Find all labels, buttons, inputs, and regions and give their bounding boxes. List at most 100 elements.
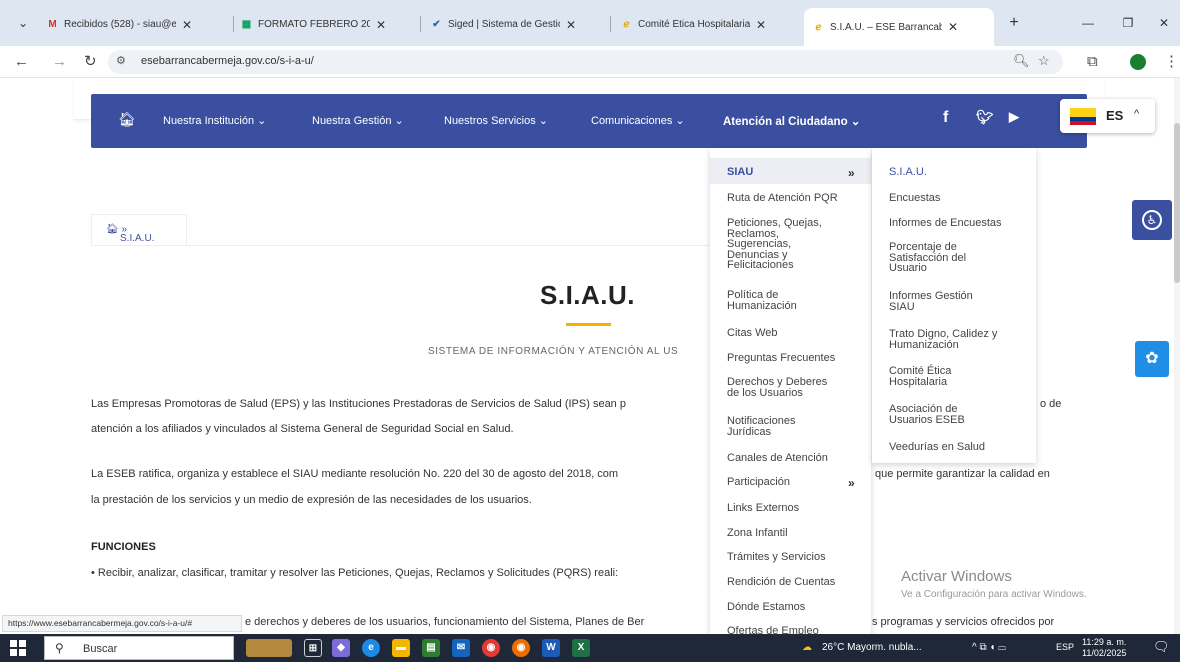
home-icon[interactable]: 🏠︎ — [118, 111, 136, 128]
store-icon[interactable]: ▤ — [422, 639, 440, 657]
twitter-icon[interactable]: 🐦︎ — [976, 109, 994, 126]
language-selector[interactable]: ES ^ — [1060, 99, 1155, 133]
address-bar[interactable]: ⚙ esebarrancabermeja.gov.co/s-i-a-u/ 🔍︎ … — [108, 50, 1063, 74]
menu-item-ruta-pqr[interactable]: Ruta de Atención PQR — [727, 193, 838, 204]
word-icon[interactable]: W — [542, 639, 560, 657]
file-explorer-icon[interactable]: ▬ — [392, 639, 410, 657]
youtube-icon[interactable]: ▶ — [1009, 109, 1019, 125]
chrome-icon[interactable]: ◉ — [482, 639, 500, 657]
browser-tab-bar: ⌄ M Recibidos (528) - siau@eseb ✕ ▦ FORM… — [0, 0, 1180, 46]
site-info-icon[interactable]: ⚙ — [116, 54, 126, 67]
tab-title: Comité Ética Hospitalaria – E — [638, 19, 750, 30]
tab-sheets[interactable]: ▦ FORMATO FEBRERO 2025 RE ✕ — [240, 11, 418, 38]
nav-nuestros-servicios[interactable]: Nuestros Servicios ⌄ — [444, 114, 548, 127]
weather-icon: ☁ — [802, 642, 812, 653]
page-viewport: 🏠︎ Nuestra Institución ⌄ Nuestra Gestión… — [0, 78, 1174, 634]
menu-item-politica-humanizacion[interactable]: Política de Humanización — [727, 290, 797, 312]
breadcrumb-link[interactable]: 🏠︎ » S.I.A.U. — [106, 224, 154, 244]
submenu-item-encuestas[interactable]: Encuestas — [889, 193, 940, 204]
menu-item-citas-web[interactable]: Citas Web — [727, 328, 778, 339]
menu-item-pqrsdf[interactable]: Peticiones, Quejas, Reclamos, Sugerencia… — [727, 218, 822, 271]
main-nav: 🏠︎ Nuestra Institución ⌄ Nuestra Gestión… — [91, 94, 1087, 148]
menu-item-rendicion-cuentas[interactable]: Rendición de Cuentas — [727, 577, 835, 588]
tray-icons[interactable]: ^ ⧉ ◖ ▭ — [972, 642, 1006, 653]
menu-item-notificaciones[interactable]: Notificaciones Jurídicas — [727, 416, 795, 438]
tab-siau-active[interactable]: ℯ S.I.A.U. – ESE Barrancaberme ✕ — [804, 8, 994, 46]
chrome-profile-icon[interactable]: ◉ — [512, 639, 530, 657]
notifications-icon[interactable]: 🗨︎ — [1153, 639, 1170, 655]
close-icon[interactable]: ✕ — [756, 18, 766, 32]
bookmark-star-icon[interactable]: ☆ — [1038, 53, 1050, 69]
tab-comite[interactable]: ℯ Comité Ética Hospitalaria – E ✕ — [620, 11, 802, 38]
side-widget-button[interactable]: ✿ — [1135, 341, 1169, 377]
menu-item-zona-infantil[interactable]: Zona Infantil — [727, 528, 788, 539]
menu-item-canales-atencion[interactable]: Canales de Atención — [727, 453, 828, 464]
menu-item-participacion[interactable]: Participación — [727, 477, 790, 488]
nav-comunicaciones[interactable]: Comunicaciones ⌄ — [591, 114, 685, 127]
news-widget-icon[interactable] — [246, 639, 292, 657]
breadcrumb: 🏠︎ » S.I.A.U. — [91, 214, 187, 246]
close-icon[interactable]: ✕ — [948, 20, 958, 34]
submenu-item-trato-digno[interactable]: Trato Digno, Calidez y Humanización — [889, 329, 997, 351]
menu-dots-icon[interactable]: ⋮ — [1164, 52, 1179, 72]
minimize-icon[interactable]: — — [1077, 13, 1099, 33]
edge-icon[interactable]: e — [362, 639, 380, 657]
window-close-icon[interactable]: ✕ — [1153, 13, 1175, 33]
menu-item-derechos-deberes[interactable]: Derechos y Deberes de los Usuarios — [727, 377, 827, 399]
bullet-item: s programas y servicios ofrecidos por — [872, 616, 1055, 628]
section-heading: FUNCIONES — [91, 541, 156, 553]
submenu-item-comite-etica[interactable]: Comité Ética Hospitalaria — [889, 366, 951, 388]
close-icon[interactable]: ✕ — [182, 18, 192, 32]
restore-icon[interactable]: ❐ — [1117, 13, 1139, 33]
tab-siged[interactable]: ✔ Siged | Sistema de Gestión D ✕ — [430, 11, 608, 38]
excel-icon[interactable]: X — [572, 639, 590, 657]
mail-icon[interactable]: ✉ — [452, 639, 470, 657]
forward-icon[interactable]: → — [52, 52, 67, 72]
menu-item-tramites-servicios[interactable]: Trámites y Servicios — [727, 552, 826, 563]
menu-item-ofertas-empleo[interactable]: Ofertas de Empleo — [727, 626, 819, 634]
nav-atencion-ciudadano[interactable]: Atención al Ciudadano ⌄ — [723, 114, 860, 128]
scrollbar-thumb[interactable] — [1174, 123, 1180, 283]
search-icon: ⚲ — [55, 641, 64, 655]
page-scrollbar[interactable] — [1174, 78, 1180, 634]
submenu-item-veedurias[interactable]: Veedurías en Salud — [889, 442, 985, 453]
close-icon[interactable]: ✕ — [566, 18, 576, 32]
paragraph-line: la prestación de los servicios y un medi… — [91, 494, 532, 506]
sheets-icon: ▦ — [241, 19, 252, 30]
input-language[interactable]: ESP — [1056, 642, 1074, 652]
close-icon[interactable]: ✕ — [376, 18, 386, 32]
paragraph-line: o de — [1040, 398, 1062, 410]
submenu-siau: S.I.A.U. Encuestas Informes de Encuestas… — [872, 148, 1036, 463]
paragraph-line: La ESEB ratifica, organiza y establece e… — [91, 468, 619, 480]
menu-item-donde-estamos[interactable]: Dónde Estamos — [727, 602, 805, 613]
submenu-item-porcentaje-satisfaccion[interactable]: Porcentaje de Satisfacción del Usuario — [889, 242, 966, 274]
paragraph-line: Las Empresas Promotoras de Salud (EPS) y… — [91, 398, 626, 410]
clock[interactable]: 11:29 a. m. 11/02/2025 — [1082, 637, 1126, 659]
nav-nuestra-gestion[interactable]: Nuestra Gestión ⌄ — [312, 114, 404, 127]
submenu-item-asociacion-usuarios[interactable]: Asociación de Usuarios ESEB — [889, 404, 965, 426]
reload-icon[interactable]: ↻ — [84, 52, 97, 72]
taskbar-search[interactable]: ⚲ Buscar — [44, 636, 234, 660]
new-tab-icon[interactable]: + — [1003, 13, 1025, 33]
extensions-icon[interactable]: ⧉ — [1087, 52, 1098, 72]
weather-text[interactable]: 26°C Mayorm. nubla... — [822, 642, 922, 653]
submenu-item-informes-gestion[interactable]: Informes Gestión SIAU — [889, 291, 973, 313]
tab-search-icon[interactable]: ⌄ — [12, 13, 34, 33]
back-icon[interactable]: ← — [14, 52, 29, 72]
accessibility-button[interactable]: ♿︎ — [1132, 200, 1172, 240]
tab-title: Recibidos (528) - siau@eseb — [64, 19, 176, 30]
task-view-icon[interactable]: ⊞ — [304, 639, 322, 657]
menu-item-preguntas-frecuentes[interactable]: Preguntas Frecuentes — [727, 353, 835, 364]
profile-avatar[interactable] — [1130, 54, 1146, 70]
submenu-item-siau[interactable]: S.I.A.U. — [889, 167, 927, 178]
nav-nuestra-institucion[interactable]: Nuestra Institución ⌄ — [163, 114, 266, 127]
menu-item-siau[interactable]: SIAU — [727, 167, 753, 178]
windows-start-icon[interactable] — [10, 640, 26, 656]
tab-gmail[interactable]: M Recibidos (528) - siau@eseb ✕ — [46, 11, 232, 38]
menu-item-links-externos[interactable]: Links Externos — [727, 503, 799, 514]
copilot-icon[interactable]: ◆ — [332, 639, 350, 657]
submenu-item-informes-encuestas[interactable]: Informes de Encuestas — [889, 218, 1002, 229]
facebook-icon[interactable]: f — [943, 109, 948, 127]
ese-icon: ℯ — [815, 21, 822, 33]
zoom-icon[interactable]: 🔍︎ — [1013, 53, 1030, 69]
